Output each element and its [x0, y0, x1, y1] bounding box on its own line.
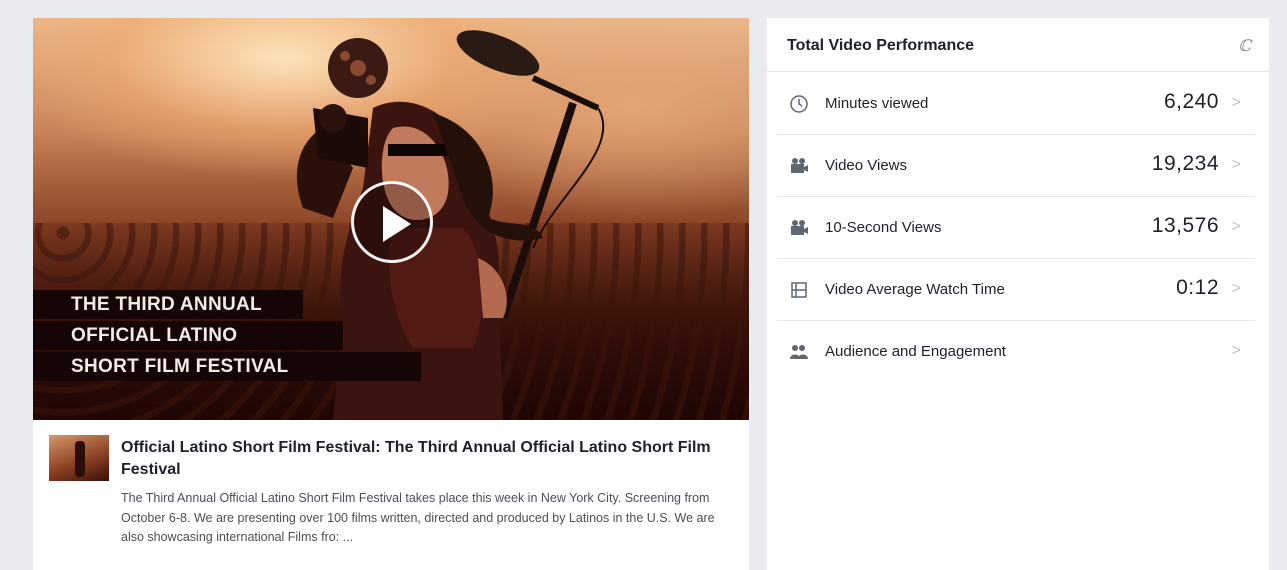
video-performance-panel: Total Video Performance ℂ Minutes viewed… [767, 18, 1269, 570]
film-reel-shape [328, 38, 388, 98]
chevron-right-icon: > [1231, 342, 1241, 359]
metric-label: Minutes viewed [825, 95, 929, 112]
post-description: The Third Annual Official Latino Short F… [121, 491, 715, 544]
video-camera-icon [791, 158, 808, 173]
metric-value: 13,576 [1151, 214, 1219, 237]
film-frame-icon [791, 282, 807, 298]
metric-value: 6,240 [1163, 90, 1219, 113]
metric-value: 0:12 [1176, 276, 1219, 299]
metric-row-average-watch-time[interactable]: Video Average Watch Time 0:12 > [777, 259, 1255, 321]
video-post-card: THE THIRD ANNUAL OFFICIAL LATINO SHORT F… [33, 18, 749, 570]
clock-icon [790, 95, 808, 113]
metric-label: Video Views [825, 157, 908, 174]
panel-header: Total Video Performance ℂ [767, 18, 1269, 72]
post-info: Official Latino Short Film Festival: The… [33, 420, 749, 570]
overlay-title-line-2: OFFICIAL LATINO [33, 321, 343, 350]
people-icon [790, 345, 808, 359]
chevron-right-icon: > [1231, 218, 1241, 235]
post-title[interactable]: Official Latino Short Film Festival: The… [121, 437, 721, 481]
metric-label: Audience and Engagement [825, 343, 1006, 360]
video-player[interactable]: THE THIRD ANNUAL OFFICIAL LATINO SHORT F… [33, 18, 749, 420]
info-icon[interactable]: ℂ [1238, 36, 1251, 55]
metric-label: 10-Second Views [825, 219, 942, 236]
metric-label: Video Average Watch Time [825, 281, 1005, 298]
chevron-right-icon: > [1231, 280, 1241, 297]
metric-row-minutes-viewed[interactable]: Minutes viewed 6,240 > [777, 73, 1255, 135]
post-thumbnail[interactable] [49, 435, 109, 481]
metric-row-10-second-views[interactable]: 10-Second Views 13,576 > [777, 197, 1255, 259]
chevron-right-icon: > [1231, 94, 1241, 111]
metric-row-audience-engagement[interactable]: Audience and Engagement > [777, 321, 1255, 383]
panel-title: Total Video Performance [787, 37, 975, 54]
play-icon [383, 206, 411, 242]
overlay-title-line-1: THE THIRD ANNUAL [33, 290, 303, 319]
metric-value: 19,234 [1151, 152, 1219, 175]
chevron-right-icon: > [1231, 156, 1241, 173]
metric-row-video-views[interactable]: Video Views 19,234 > [777, 135, 1255, 197]
overlay-title-line-3: SHORT FILM FESTIVAL [33, 352, 421, 381]
thumbnail-figure [75, 441, 85, 477]
play-button[interactable] [351, 181, 433, 263]
video-camera-icon [791, 220, 808, 235]
